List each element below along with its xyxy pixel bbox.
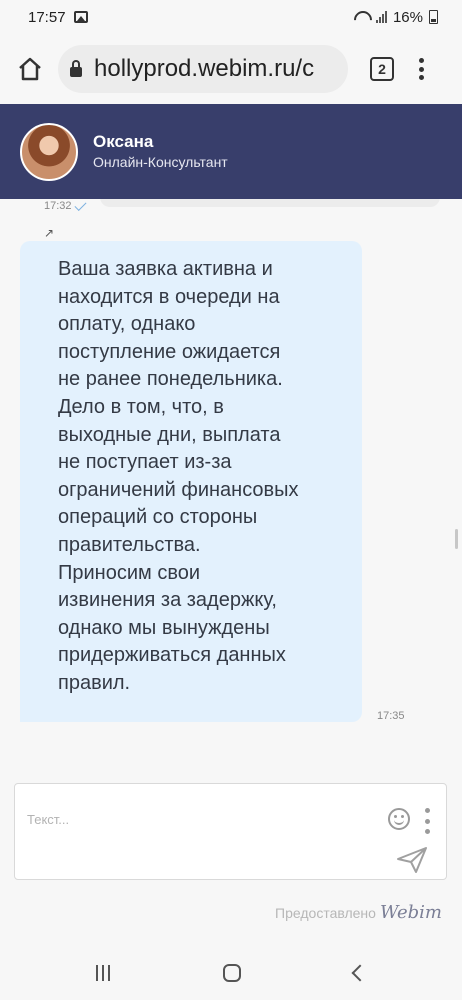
previous-time-text: 17:32 [44, 200, 72, 212]
gallery-icon [73, 11, 88, 23]
battery-icon [429, 10, 438, 24]
powered-by-text: Предоставлено [275, 905, 376, 921]
emoji-icon[interactable] [388, 808, 410, 830]
lock-icon [70, 59, 82, 77]
more-options-icon[interactable] [424, 808, 430, 834]
message-input[interactable]: Текст... [14, 783, 447, 880]
previous-message-bubble [100, 199, 440, 207]
url-text: hollyprod.webim.ru/c [94, 55, 315, 82]
signal-icon [375, 11, 387, 23]
url-bar[interactable]: hollyprod.webim.ru/c [58, 45, 348, 93]
chat-header: Оксана Онлайн-Консультант [0, 104, 462, 199]
chat-scrollbar[interactable] [455, 529, 458, 549]
status-time: 17:57 [28, 8, 66, 26]
message-placeholder: Текст... [27, 812, 70, 827]
recent-apps-button[interactable] [96, 964, 111, 981]
status-left: 17:57 [28, 9, 88, 26]
message-time: 17:35 [377, 710, 405, 722]
message-text: Ваша заявка активна и находится в очеред… [58, 258, 299, 694]
status-bar: 17:57 16% [0, 0, 462, 34]
tabs-button[interactable]: 2 [370, 57, 394, 81]
operator-message-bubble: Ваша заявка активна и находится в очеред… [20, 241, 362, 722]
operator-role: Онлайн-Консультант [93, 153, 228, 170]
read-check-icon [74, 199, 87, 211]
send-icon[interactable] [396, 846, 428, 874]
status-right: 16% [354, 9, 438, 26]
webim-logo[interactable]: Webim [380, 902, 442, 923]
operator-name: Оксана [93, 131, 154, 151]
previous-message-time: 17:32 [44, 199, 87, 212]
browser-menu-button[interactable] [416, 56, 426, 82]
wifi-icon [354, 11, 370, 23]
powered-by: Предоставлено Webim [0, 902, 462, 923]
browser-toolbar: hollyprod.webim.ru/c 2 [0, 34, 462, 104]
home-button[interactable] [12, 51, 48, 87]
operator-avatar [20, 122, 78, 181]
home-icon [19, 57, 41, 81]
battery-percent: 16% [392, 8, 423, 26]
home-nav-button[interactable] [222, 963, 241, 982]
composer-area: Текст... Предоставлено Webim [0, 770, 462, 945]
reply-icon[interactable]: ↗ [44, 226, 54, 240]
mobile-browser-screen: 17:57 16% hollyprod.webim.ru/c 2 Оксана … [0, 0, 462, 1000]
operator-info: Оксана Онлайн-Консультант [93, 132, 228, 172]
chat-messages[interactable]: 17:32 ↗ Ваша заявка активна и находится … [0, 199, 462, 770]
android-navigation-bar [0, 945, 462, 1000]
back-button[interactable] [351, 964, 369, 981]
